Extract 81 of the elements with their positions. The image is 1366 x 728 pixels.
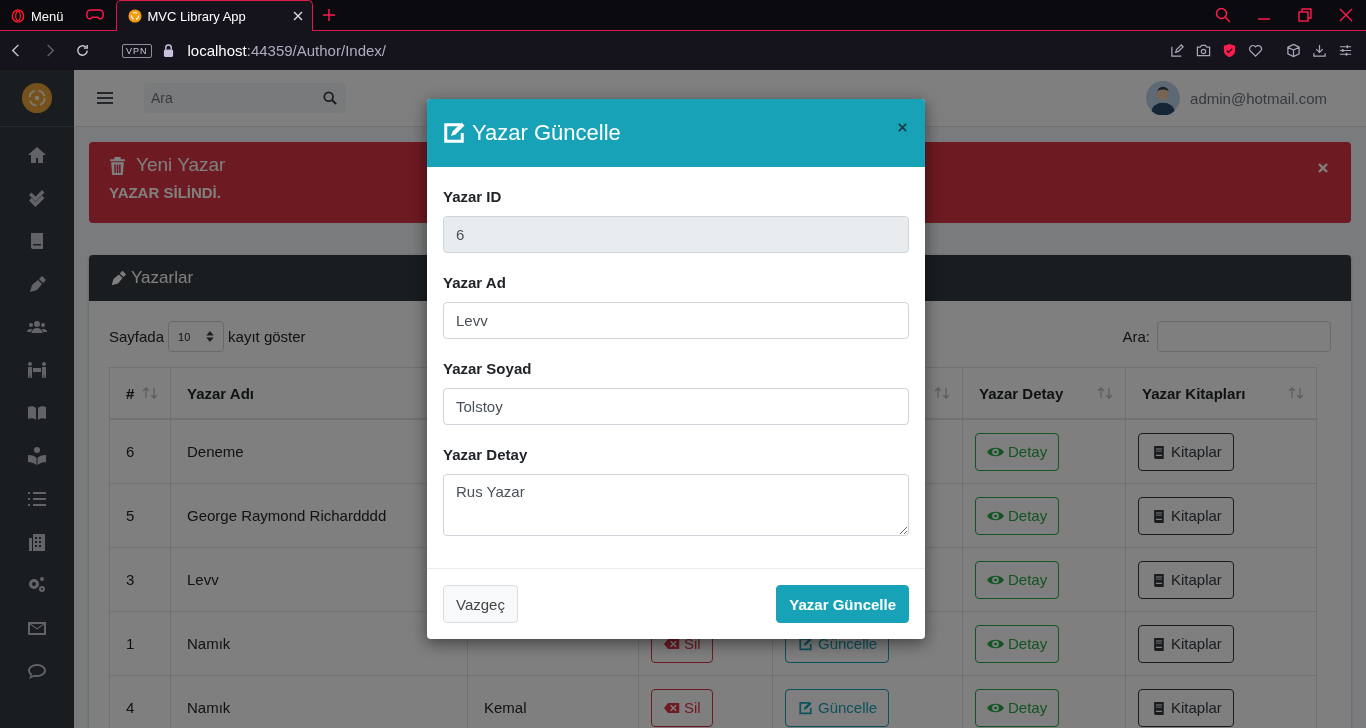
table-cell: 4	[109, 675, 171, 728]
avatar-icon[interactable]	[1146, 81, 1181, 115]
books-button[interactable]: Kitaplar	[1138, 688, 1234, 727]
chat-icon[interactable]	[27, 661, 47, 681]
cancel-button[interactable]: Vazgeç	[443, 585, 518, 623]
books-button[interactable]: Kitaplar	[1138, 624, 1234, 663]
detail-button[interactable]: Detay	[975, 624, 1060, 663]
snapshot-pen-icon[interactable]	[1170, 43, 1185, 58]
reader-icon[interactable]	[27, 446, 47, 466]
detail-textarea[interactable]: Rus Yazar	[443, 474, 909, 536]
table-search-field[interactable]	[1157, 321, 1331, 352]
search-icon[interactable]	[1215, 7, 1231, 23]
update-button[interactable]: Güncelle	[785, 688, 890, 727]
length-label: Sayfada	[109, 328, 165, 345]
close-icon[interactable]	[1338, 7, 1354, 23]
input-field[interactable]: Tolstoy	[443, 388, 909, 425]
new-tab-icon[interactable]	[322, 9, 335, 21]
people-icon[interactable]	[27, 360, 47, 380]
sliders-icon[interactable]	[1338, 43, 1353, 58]
restore-icon[interactable]	[1297, 7, 1313, 23]
trash-icon	[109, 155, 126, 175]
column-header[interactable]: Yazar Kitapları	[1125, 367, 1317, 419]
books-button[interactable]: Kitaplar	[1138, 560, 1234, 599]
heart-icon[interactable]	[1248, 43, 1263, 58]
column-header[interactable]: #	[109, 367, 171, 419]
download-icon[interactable]	[1312, 43, 1327, 58]
close-icon[interactable]	[897, 121, 908, 133]
dialog-title: Yazar Güncelle	[472, 120, 622, 146]
user-email[interactable]: admin@hotmail.com	[1190, 89, 1327, 107]
table-cell: 1	[109, 611, 171, 676]
edit-icon	[797, 700, 814, 715]
books-button[interactable]: Kitaplar	[1138, 496, 1234, 535]
detail-button[interactable]: Detay	[975, 496, 1060, 535]
search-label: Ara:	[1122, 328, 1150, 345]
field-label: Yazar Ad	[443, 273, 507, 293]
browser-tab[interactable]: MVC Library App	[115, 0, 313, 31]
card-title: Yazarlar	[131, 268, 194, 288]
camera-icon[interactable]	[1196, 43, 1211, 58]
browser-tab[interactable]: Menü	[0, 1, 74, 31]
field-label: Yazar ID	[443, 187, 503, 207]
address-field[interactable]: localhost:44359/Author/Index/	[187, 42, 386, 59]
table-cell: 6	[109, 419, 171, 484]
alert-message: YAZAR SİLİNDİ.	[109, 184, 221, 201]
column-header[interactable]: Yazar Detay	[962, 367, 1126, 419]
home-icon[interactable]	[27, 145, 47, 165]
search-field[interactable]: Ara	[144, 83, 346, 113]
pen-icon	[109, 269, 127, 287]
input-field[interactable]: Levv	[443, 302, 909, 339]
cube-icon[interactable]	[1286, 43, 1301, 58]
page-size-select[interactable]: 10	[168, 321, 225, 352]
books-button[interactable]: Kitaplar	[1138, 432, 1234, 471]
delete-button[interactable]: Sil	[651, 688, 713, 727]
pen-icon[interactable]	[27, 274, 47, 294]
caret-icon	[206, 331, 215, 342]
table-cell: 3	[109, 547, 171, 612]
gamepad-icon[interactable]	[85, 8, 104, 21]
shield-icon[interactable]	[1222, 43, 1237, 58]
favicon-icon	[127, 9, 142, 23]
double-check-icon[interactable]	[27, 188, 47, 208]
search-icon[interactable]	[323, 91, 337, 105]
detail-button[interactable]: Detay	[975, 560, 1060, 599]
vpn-badge[interactable]: VPN	[122, 43, 152, 58]
lock-icon[interactable]	[162, 44, 174, 57]
open-book-icon[interactable]	[27, 403, 47, 423]
alert-title: Yeni Yazar	[136, 154, 226, 176]
biohazard-logo-icon[interactable]	[21, 82, 53, 114]
close-tab-icon[interactable]	[291, 10, 304, 22]
detail-button[interactable]: Detay	[975, 688, 1060, 727]
building-icon[interactable]	[27, 532, 47, 552]
submit-button[interactable]: Yazar Güncelle	[776, 585, 909, 623]
detail-button[interactable]: Detay	[975, 432, 1060, 471]
gears-icon[interactable]	[27, 575, 47, 595]
reload-icon[interactable]	[75, 43, 90, 58]
length-label: kayıt göster	[228, 328, 306, 345]
table-cell: 5	[109, 483, 171, 548]
edit-icon	[442, 121, 466, 145]
edit-icon	[797, 636, 814, 651]
list-icon[interactable]	[27, 489, 47, 509]
menu-icon[interactable]	[97, 91, 113, 105]
browser-logo-icon	[11, 9, 25, 23]
delete-icon	[663, 700, 680, 715]
